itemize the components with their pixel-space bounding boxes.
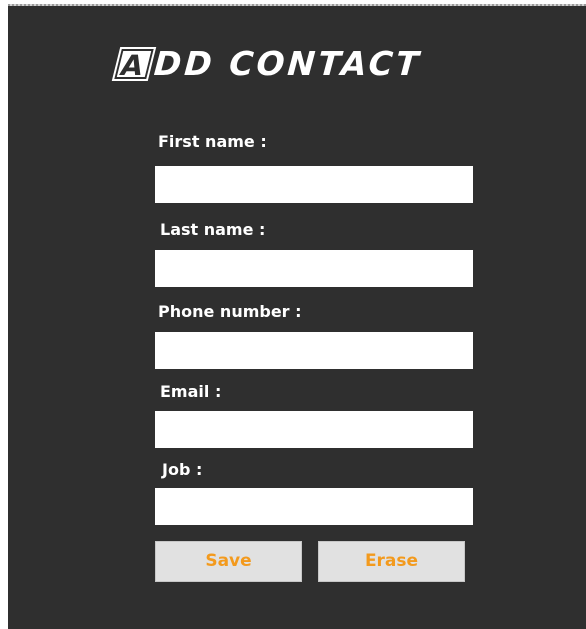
email-input[interactable] <box>155 411 473 448</box>
form-title: A DD CONTACT <box>111 44 518 84</box>
phone-number-input[interactable] <box>155 332 473 369</box>
erase-button[interactable]: Erase <box>318 541 465 582</box>
last-name-label: Last name : <box>160 220 266 239</box>
email-label: Email : <box>160 382 222 401</box>
phone-number-label: Phone number : <box>158 302 302 321</box>
title-text: DD CONTACT <box>152 44 423 83</box>
title-logo-badge: A <box>111 47 157 82</box>
first-name-input[interactable] <box>155 166 473 203</box>
save-button[interactable]: Save <box>155 541 302 582</box>
first-name-label: First name : <box>158 132 267 151</box>
last-name-input[interactable] <box>155 250 473 287</box>
job-input[interactable] <box>155 488 473 525</box>
job-label: Job : <box>162 460 203 479</box>
